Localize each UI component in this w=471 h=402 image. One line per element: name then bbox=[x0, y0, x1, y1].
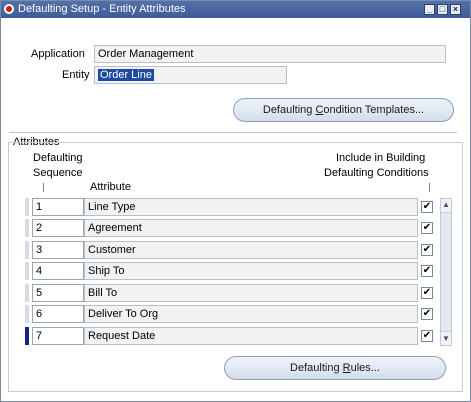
include-checkbox[interactable]: ✔ bbox=[421, 308, 433, 320]
sequence-field[interactable]: 7 bbox=[32, 327, 84, 345]
attribute-value: Agreement bbox=[88, 222, 142, 234]
check-mark-icon: ✔ bbox=[422, 244, 432, 255]
application-field[interactable]: Order Management bbox=[94, 45, 446, 63]
row-indicator[interactable] bbox=[25, 305, 29, 323]
sequence-field[interactable]: 3 bbox=[32, 241, 84, 259]
sequence-value: 7 bbox=[36, 330, 43, 342]
entity-value: Order Line bbox=[98, 69, 154, 81]
attribute-field[interactable]: Agreement bbox=[84, 219, 418, 237]
attribute-value: Request Date bbox=[88, 330, 156, 342]
attribute-field[interactable]: Ship To bbox=[84, 262, 418, 280]
sequence-field[interactable]: 5 bbox=[32, 284, 84, 302]
condition-templates-button[interactable]: Defaulting Condition Templates... bbox=[233, 98, 454, 122]
sequence-field[interactable]: 2 bbox=[32, 219, 84, 237]
defaulting-rules-mnemonic: R bbox=[342, 362, 351, 374]
scroll-thumb[interactable] bbox=[441, 212, 451, 332]
defaulting-rules-label: Defaulting bbox=[290, 362, 343, 374]
attribute-field[interactable]: Customer bbox=[84, 241, 418, 259]
sequence-field[interactable]: 1 bbox=[32, 198, 84, 216]
sequence-header-line2: Sequence bbox=[33, 167, 83, 179]
include-checkbox[interactable]: ✔ bbox=[421, 244, 433, 256]
check-mark-icon: ✔ bbox=[422, 287, 432, 298]
defaulting-rules-button[interactable]: Defaulting Rules... bbox=[224, 356, 446, 380]
entity-attributes-window: Defaulting Setup - Entity Attributes _ □… bbox=[0, 0, 471, 402]
sequence-value: 4 bbox=[36, 265, 43, 277]
scroll-up-arrow-icon[interactable]: ▲ bbox=[441, 199, 451, 211]
check-mark-icon: ✔ bbox=[422, 222, 432, 233]
include-header-line2: Defaulting Conditions bbox=[324, 167, 429, 179]
application-label: Application bbox=[31, 48, 85, 60]
window-title: Defaulting Setup - Entity Attributes bbox=[18, 3, 186, 15]
sequence-value: 1 bbox=[36, 201, 43, 213]
sequence-value: 3 bbox=[36, 244, 43, 256]
check-mark-icon: ✔ bbox=[422, 330, 432, 341]
close-icon[interactable]: × bbox=[450, 4, 461, 15]
defaulting-rules-label-rest: ules... bbox=[350, 362, 380, 374]
oracle-app-icon bbox=[4, 4, 14, 14]
row-indicator[interactable] bbox=[25, 198, 29, 216]
condition-templates-label: Defaulting bbox=[262, 104, 316, 116]
row-indicator[interactable] bbox=[25, 241, 29, 259]
title-bar[interactable]: Defaulting Setup - Entity Attributes _ □… bbox=[1, 1, 470, 18]
check-mark-icon: ✔ bbox=[422, 308, 432, 319]
row-indicator[interactable] bbox=[25, 262, 29, 280]
include-checkbox[interactable]: ✔ bbox=[421, 287, 433, 299]
include-checkbox[interactable]: ✔ bbox=[421, 265, 433, 277]
minimize-icon[interactable]: _ bbox=[424, 4, 435, 15]
attribute-value: Deliver To Org bbox=[88, 308, 159, 320]
sequence-field[interactable]: 6 bbox=[32, 305, 84, 323]
scroll-down-arrow-icon[interactable]: ▼ bbox=[441, 333, 451, 345]
sequence-value: 5 bbox=[36, 287, 43, 299]
check-mark-icon: ✔ bbox=[422, 265, 432, 276]
include-checkbox[interactable]: ✔ bbox=[421, 222, 433, 234]
include-header-line1: Include in Building bbox=[336, 152, 426, 164]
row-indicator[interactable] bbox=[25, 219, 29, 237]
sequence-field[interactable]: 4 bbox=[32, 262, 84, 280]
attribute-field[interactable]: Request Date bbox=[84, 327, 418, 345]
attribute-field[interactable]: Line Type bbox=[84, 198, 418, 216]
sequence-header-tick bbox=[43, 183, 44, 192]
attribute-value: Ship To bbox=[88, 265, 125, 277]
attribute-value: Bill To bbox=[88, 287, 118, 299]
attribute-header: Attribute bbox=[90, 181, 131, 193]
include-checkbox[interactable]: ✔ bbox=[421, 330, 433, 342]
maximize-icon[interactable]: □ bbox=[437, 4, 448, 15]
condition-templates-label-rest: ondition Templates... bbox=[323, 104, 425, 116]
attribute-value: Line Type bbox=[88, 201, 136, 213]
attribute-field[interactable]: Deliver To Org bbox=[84, 305, 418, 323]
sequence-value: 2 bbox=[36, 222, 43, 234]
sequence-header-line1: Defaulting bbox=[33, 152, 83, 164]
include-checkbox[interactable]: ✔ bbox=[421, 201, 433, 213]
attribute-value: Customer bbox=[88, 244, 136, 256]
include-header-tick bbox=[429, 183, 430, 192]
current-row-indicator[interactable] bbox=[25, 327, 29, 345]
entity-label: Entity bbox=[62, 69, 90, 81]
section-divider bbox=[9, 132, 457, 133]
rows-scrollbar[interactable]: ▲ ▼ bbox=[440, 198, 452, 346]
attribute-field[interactable]: Bill To bbox=[84, 284, 418, 302]
row-indicator[interactable] bbox=[25, 284, 29, 302]
application-value: Order Management bbox=[98, 48, 194, 60]
sequence-value: 6 bbox=[36, 308, 43, 320]
entity-field[interactable]: Order Line bbox=[94, 66, 287, 84]
check-mark-icon: ✔ bbox=[422, 201, 432, 212]
